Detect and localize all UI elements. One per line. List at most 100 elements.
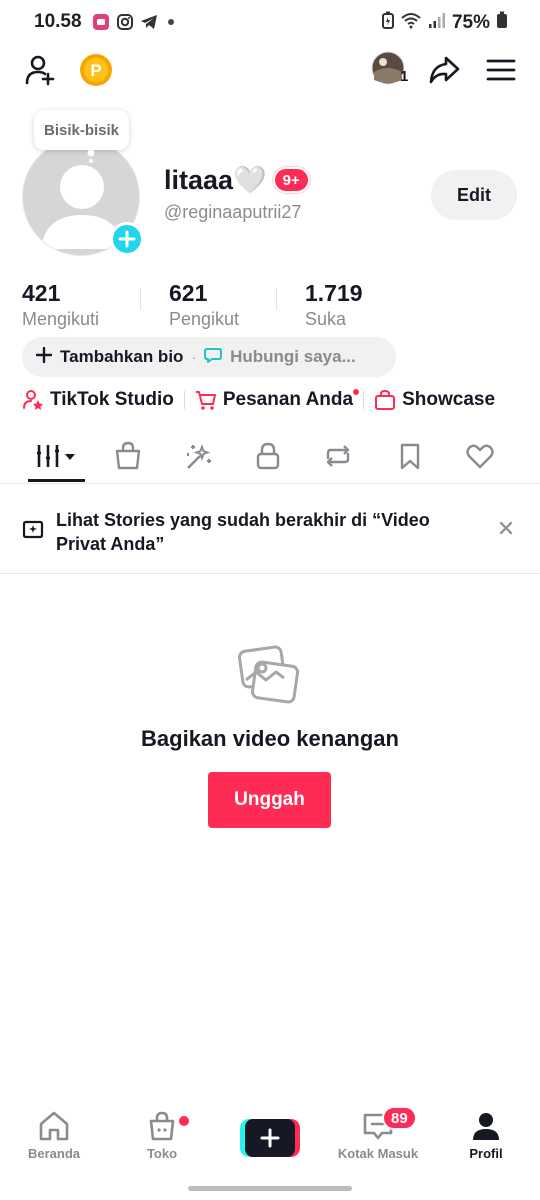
stat-label: Suka [305, 309, 347, 329]
tab-private[interactable] [244, 430, 292, 482]
stat-following[interactable]: 421 Mengikuti [22, 280, 99, 330]
stat-value: 621 [169, 280, 208, 306]
videos-grid-icon [36, 445, 75, 467]
add-photo-button[interactable] [110, 222, 144, 256]
dot-icon [164, 13, 178, 36]
signal-icon [428, 11, 446, 34]
status-right: 75% [381, 11, 508, 34]
repost-icon [326, 445, 350, 467]
empty-state-title: Bagikan video kenangan [141, 726, 399, 751]
shop-icon [149, 1111, 175, 1141]
tiktok-studio-link[interactable]: TikTok Studio [22, 389, 174, 411]
create-plus-icon [260, 1128, 280, 1148]
photos-icon [237, 644, 302, 713]
orders-dot [353, 389, 360, 395]
profile-icon [473, 1113, 499, 1140]
profile-avatar-wrap[interactable] [22, 138, 144, 258]
upload-button[interactable]: Unggah [208, 772, 331, 828]
close-icon[interactable] [494, 516, 518, 545]
tab-liked[interactable] [456, 430, 504, 482]
shop-bag-icon [115, 441, 141, 470]
stat-value: 421 [22, 280, 61, 306]
stories-icon [22, 518, 44, 545]
stories-notice-text: Lihat Stories yang sudah berakhir di “Vi… [56, 510, 430, 554]
status-bar: 10.58 75% [0, 0, 540, 46]
share-icon[interactable] [426, 52, 462, 88]
home-indicator[interactable] [188, 1186, 352, 1191]
tab-videos[interactable] [28, 430, 85, 482]
profile-handle: @reginaaputrii27 [164, 202, 302, 222]
link-divider [363, 391, 365, 409]
showcase-link[interactable]: Showcase [374, 389, 495, 411]
profile-tabs [0, 430, 540, 484]
plus-icon [118, 230, 136, 248]
stat-divider [140, 288, 141, 310]
stories-notice[interactable]: Lihat Stories yang sudah berakhir di “Vi… [0, 484, 540, 574]
stat-likes[interactable]: 1.719 Suka [305, 280, 363, 330]
battery-saver-icon [381, 11, 394, 34]
hamburger-menu-icon[interactable] [484, 52, 518, 88]
wifi-icon [400, 11, 422, 34]
shop-dot [179, 1116, 189, 1126]
link-divider [183, 391, 185, 409]
instagram-icon [116, 13, 134, 36]
battery-icon [496, 11, 508, 34]
loca-icon [92, 13, 110, 36]
bisik-bubble[interactable]: Bisik-bisik [34, 110, 130, 150]
stat-label: Mengikuti [22, 309, 100, 329]
profile-links: TikTok Studio Pesanan Anda Showcase [22, 386, 532, 414]
bio-separator: · [191, 349, 197, 365]
link-label: TikTok Studio [50, 389, 174, 410]
tab-reposts[interactable] [314, 430, 362, 482]
telegram-icon [140, 13, 158, 36]
coin-icon[interactable]: P [78, 52, 114, 88]
svg-text:P: P [90, 61, 101, 80]
status-time: 10.58 [34, 11, 82, 32]
active-tab-indicator [28, 479, 85, 482]
nav-shop[interactable]: Toko [117, 1110, 207, 1161]
link-label: Showcase [402, 389, 496, 410]
story-avatar-count: 1 [400, 68, 409, 85]
profile-header: P 1 [0, 46, 540, 94]
story-avatar[interactable]: 1 [370, 50, 412, 90]
stat-followers[interactable]: 621 Pengikut [169, 280, 239, 330]
orders-link[interactable]: Pesanan Anda [195, 389, 360, 411]
battery-percent: 75% [451, 11, 490, 33]
link-label: Pesanan Anda [222, 389, 354, 410]
sparkle-icon [187, 444, 211, 469]
stat-value: 1.719 [305, 280, 363, 306]
person-add-icon[interactable] [22, 52, 58, 88]
contact-me-button[interactable]: Hubungi saya... [230, 347, 356, 367]
bookmark-icon [400, 443, 420, 470]
create-core [245, 1119, 295, 1157]
tab-shop[interactable] [104, 430, 152, 482]
nav-label: Beranda [27, 1146, 81, 1161]
edit-profile-button[interactable]: Edit [431, 170, 517, 220]
stat-label: Pengikut [169, 309, 240, 329]
notification-badge[interactable]: 9+ [272, 167, 310, 193]
status-app-icons [92, 13, 178, 36]
profile-name-row: litaaa🤍 9+ [164, 164, 310, 196]
nav-inbox[interactable]: Kotak Masuk 89 [333, 1106, 423, 1161]
inbox-badge: 89 [382, 1106, 417, 1130]
tab-saved[interactable] [386, 430, 434, 482]
studio-icon [23, 390, 43, 410]
nav-profile[interactable]: Profil [441, 1110, 531, 1161]
nav-label: Toko [146, 1146, 178, 1161]
stat-divider [276, 288, 277, 310]
heart-icon [466, 444, 494, 469]
tab-effects[interactable] [174, 430, 222, 482]
add-bio-button[interactable]: Tambahkan bio [60, 347, 183, 367]
create-button[interactable] [240, 1119, 300, 1157]
lock-icon [256, 442, 280, 470]
cart-icon [195, 391, 216, 410]
chat-bubble-icon [204, 346, 223, 369]
home-icon [39, 1111, 69, 1141]
bubble-tail [87, 150, 95, 163]
bio-pill: Tambahkan bio · Hubungi saya... [22, 337, 396, 377]
profile-name: litaaa🤍 [164, 165, 267, 195]
add-bio-plus-icon[interactable] [35, 346, 53, 368]
nav-label: Profil [469, 1146, 503, 1161]
nav-label: Kotak Masuk [337, 1146, 419, 1161]
nav-home[interactable]: Beranda [9, 1110, 99, 1161]
